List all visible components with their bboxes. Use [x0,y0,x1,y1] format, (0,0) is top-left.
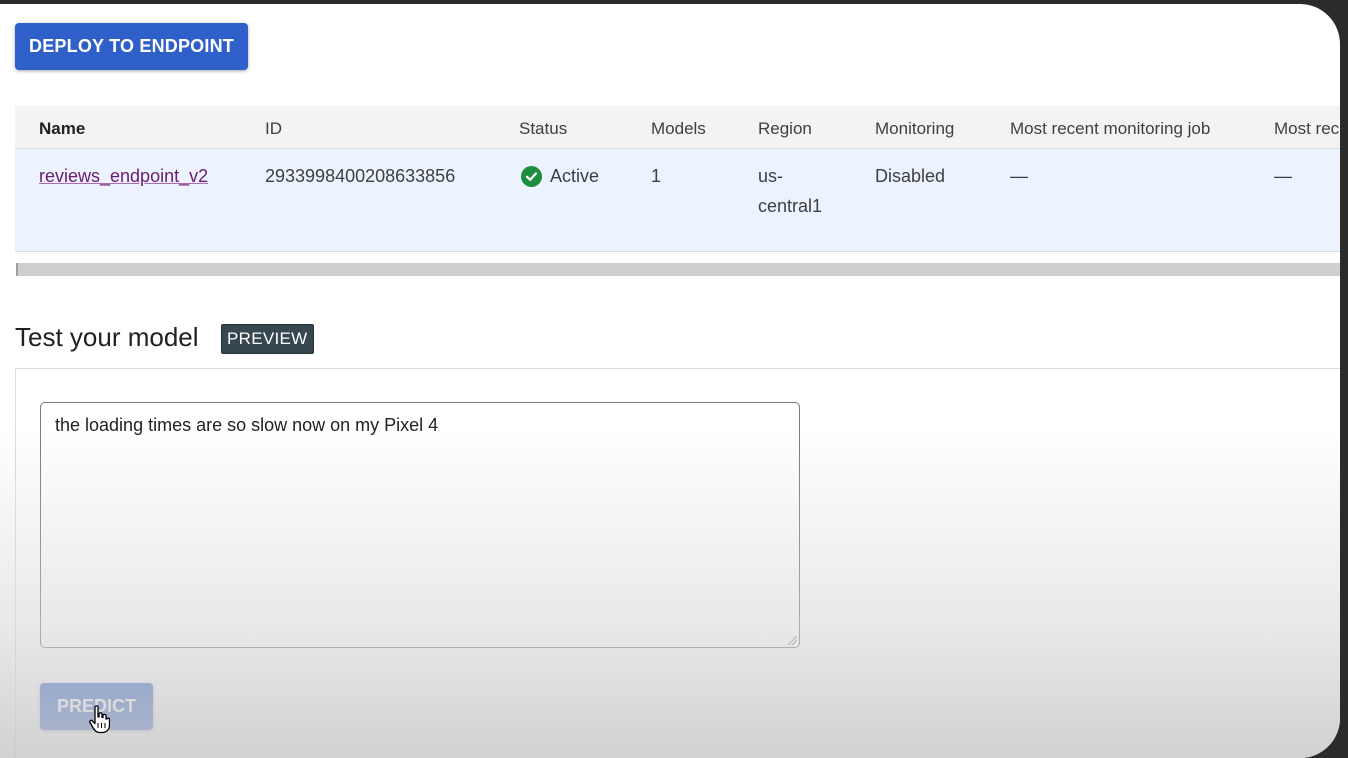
region-line-1: us- [758,166,784,186]
resize-handle-icon[interactable] [786,634,798,646]
models-cell: 1 [651,166,662,186]
recent-job-cell: — [1010,166,1028,186]
status-label: Active [550,166,600,186]
region-cell: us- central1 [758,161,822,221]
column-header-most-rec[interactable]: Most rec [1274,119,1339,139]
column-header-id[interactable]: ID [265,119,282,139]
column-header-monitoring[interactable]: Monitoring [875,119,954,139]
most-rec-cell: — [1274,166,1292,186]
preview-badge: PREVIEW [221,324,314,354]
region-line-2: central1 [758,196,823,216]
table-row[interactable]: reviews_endpoint_v2 2933998400208633856 … [15,149,1340,252]
endpoint-name-cell: reviews_endpoint_v2 [39,161,208,191]
column-header-status[interactable]: Status [519,119,567,139]
column-header-region[interactable]: Region [758,119,812,139]
prediction-input[interactable]: the loading times are so slow now on my … [40,402,800,648]
status-cell: Active [521,161,599,191]
table-header: Name ID Status Models Region Monitoring … [15,106,1340,149]
hand-pointer-icon [89,705,110,734]
endpoint-name-link[interactable]: reviews_endpoint_v2 [39,166,208,186]
app-screen: DEPLOY TO ENDPOINT Name ID Status Models… [0,4,1340,758]
deploy-to-endpoint-button[interactable]: DEPLOY TO ENDPOINT [15,23,248,70]
check-circle-icon [521,165,542,187]
column-header-recent-job[interactable]: Most recent monitoring job [1010,119,1210,139]
horizontal-scrollbar[interactable] [16,263,1340,276]
column-header-name[interactable]: Name [39,119,85,139]
endpoint-id-cell: 2933998400208633856 [265,166,456,186]
endpoints-table: Name ID Status Models Region Monitoring … [15,106,1340,276]
column-header-models[interactable]: Models [651,119,706,139]
monitoring-cell: Disabled [875,166,946,186]
section-title: Test your model [15,322,199,352]
